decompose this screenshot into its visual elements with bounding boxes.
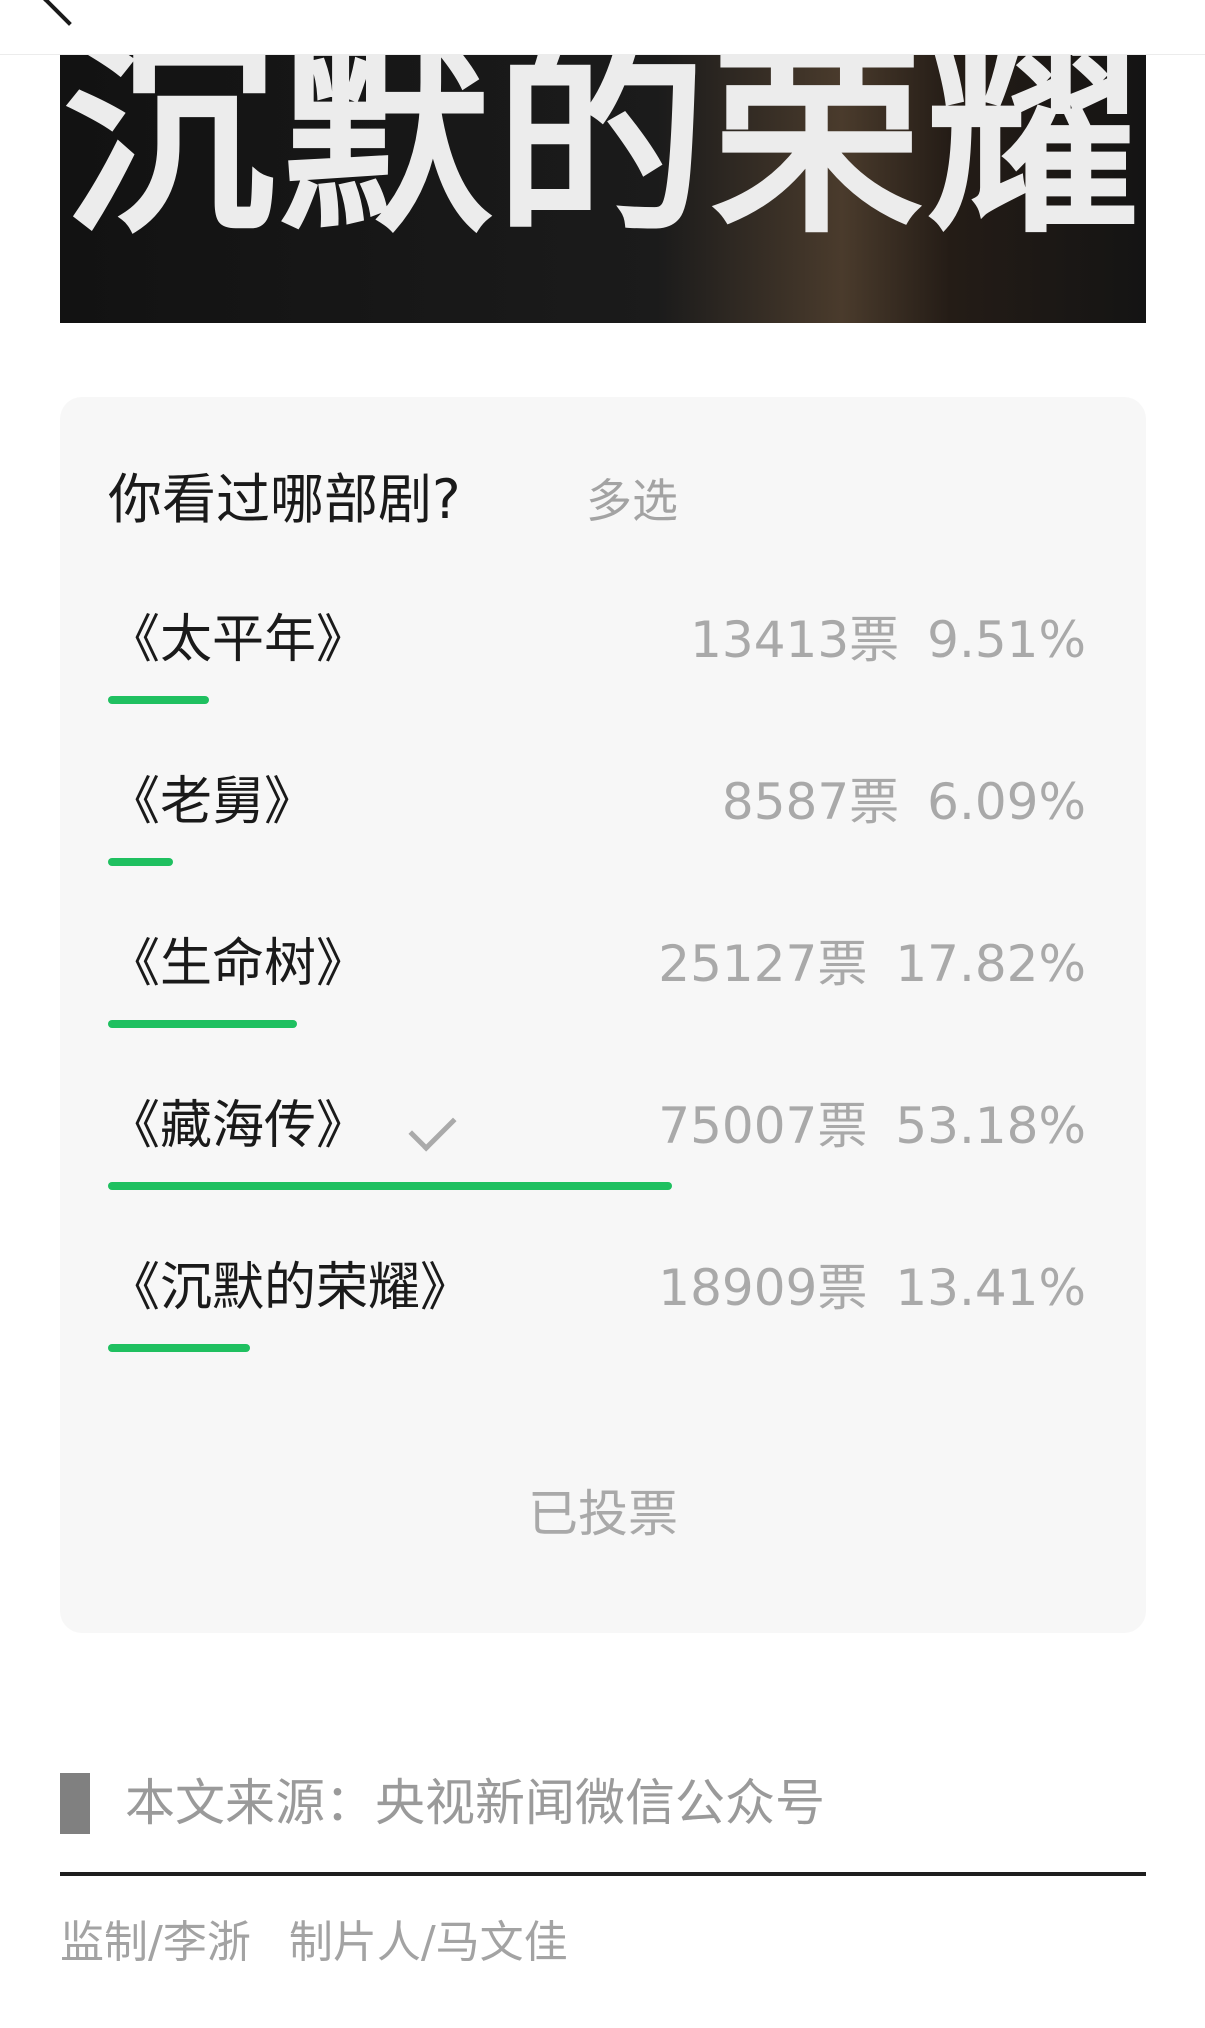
poll-option[interactable]: 《生命树》 25127票 17.82% bbox=[108, 926, 1086, 1066]
back-icon[interactable] bbox=[42, 0, 96, 26]
option-bar bbox=[108, 1344, 1086, 1352]
article-credits: 监制/李浙 制片人/马文佳 bbox=[60, 1912, 568, 1974]
option-votes: 75007票 bbox=[658, 1097, 868, 1155]
option-percent: 6.09% bbox=[927, 773, 1086, 831]
option-votes: 18909票 bbox=[658, 1259, 868, 1317]
option-percent: 13.41% bbox=[895, 1259, 1086, 1317]
poll-mode: 多选 bbox=[586, 474, 678, 528]
option-votes: 8587票 bbox=[721, 773, 900, 831]
option-percent: 53.18% bbox=[895, 1097, 1086, 1155]
option-label: 《沉默的荣耀》 bbox=[108, 1258, 473, 1318]
option-bar-fill bbox=[108, 858, 173, 866]
option-label: 《藏海传》 bbox=[108, 1096, 369, 1156]
option-bar-fill bbox=[108, 1344, 250, 1352]
poll-option[interactable]: 《老舅》 8587票 6.09% bbox=[108, 764, 1086, 904]
option-bar bbox=[108, 1182, 1086, 1190]
option-percent: 9.51% bbox=[927, 611, 1086, 669]
poll-option[interactable]: 《藏海传》 75007票 53.18% bbox=[108, 1088, 1086, 1228]
poll-question: 你看过哪部剧? bbox=[108, 468, 461, 531]
option-label: 《太平年》 bbox=[108, 610, 369, 670]
credit-producer: 制片人/马文佳 bbox=[288, 1917, 568, 1968]
poll-option[interactable]: 《沉默的荣耀》 18909票 13.41% bbox=[108, 1250, 1086, 1390]
option-votes: 13413票 bbox=[690, 611, 900, 669]
article-source: 本文来源：央视新闻微信公众号 bbox=[125, 1774, 825, 1832]
option-bar-fill bbox=[108, 1182, 672, 1190]
option-bar bbox=[108, 696, 1086, 704]
voted-status: 已投票 bbox=[528, 1485, 678, 1543]
top-bar bbox=[0, 0, 1205, 55]
divider bbox=[60, 1872, 1146, 1876]
option-bar-fill bbox=[108, 696, 209, 704]
option-stats: 18909票 13.41% bbox=[658, 1250, 1086, 1326]
option-bar bbox=[108, 858, 1086, 866]
source-marker bbox=[60, 1773, 90, 1834]
poll-card: 你看过哪部剧? 多选 《太平年》 13413票 9.51% 《老舅》 8587票 6… bbox=[60, 397, 1146, 1633]
option-bar bbox=[108, 1020, 1086, 1028]
banner-image: 沉默的荣耀 bbox=[60, 55, 1146, 323]
option-stats: 8587票 6.09% bbox=[722, 764, 1086, 840]
option-votes: 25127票 bbox=[658, 935, 868, 993]
poll-option[interactable]: 《太平年》 13413票 9.51% bbox=[108, 602, 1086, 742]
option-label: 《老舅》 bbox=[108, 772, 317, 832]
option-bar-fill bbox=[108, 1020, 297, 1028]
option-stats: 13413票 9.51% bbox=[690, 602, 1086, 678]
banner-title: 沉默的荣耀 bbox=[63, 55, 1143, 262]
option-label: 《生命树》 bbox=[108, 934, 369, 994]
option-stats: 75007票 53.18% bbox=[658, 1088, 1086, 1164]
option-percent: 17.82% bbox=[895, 935, 1086, 993]
option-stats: 25127票 17.82% bbox=[658, 926, 1086, 1002]
credit-supervisor: 监制/李浙 bbox=[60, 1917, 251, 1968]
check-icon bbox=[408, 1103, 457, 1152]
